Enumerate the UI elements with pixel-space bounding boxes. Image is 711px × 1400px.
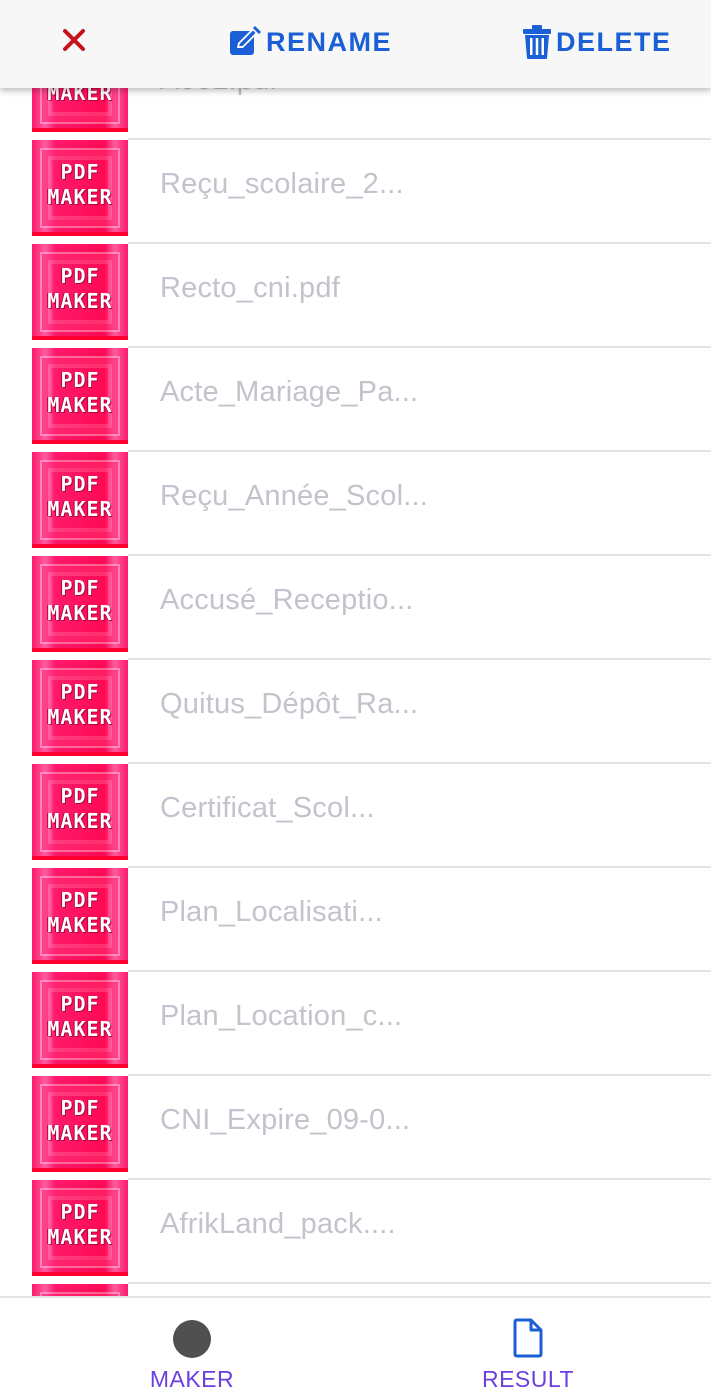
nav-result[interactable]: RESULT — [428, 1298, 628, 1400]
file-row[interactable]: PDF MAKER Plan_Location_c... — [0, 972, 711, 1076]
file-row[interactable]: PDF MAKER Acte_Mariage_Pa... — [0, 348, 711, 452]
document-icon — [513, 1318, 543, 1358]
nav-result-label: RESULT — [481, 1366, 575, 1392]
nav-maker-label: MAKER — [149, 1366, 235, 1392]
file-row[interactable]: PDF MAKER Certificat_Scol... — [0, 764, 711, 868]
pdf-thumbnail: PDFMAKER — [32, 140, 128, 236]
file-name: Quitus_Dépôt_Ra... — [160, 688, 419, 720]
pdf-maker-logo: PDFMAKER — [47, 368, 113, 417]
file-name: Plan_Location_c... — [160, 1000, 403, 1032]
pdf-thumbnail: PDFMAKER — [32, 556, 128, 652]
close-button[interactable] — [58, 24, 90, 56]
file-name: Reçu_scolaire_2... — [160, 168, 404, 200]
file-name: AfrikLand_pack.... — [160, 1208, 396, 1240]
file-name: CNI_Expire_09-0... — [160, 1104, 411, 1136]
file-row[interactable]: PDF MAKER Quitus_Dépôt_Ra... — [0, 660, 711, 764]
pdf-thumbnail: PDFMAKER — [32, 764, 128, 860]
pdf-thumbnail: PDFMAKER — [32, 1076, 128, 1172]
selection-toolbar: RENAME DELETE — [0, 0, 711, 88]
file-name: Accusé_Receptio... — [160, 584, 414, 616]
file-name: Recto_cni.pdf — [160, 272, 340, 304]
pdf-maker-logo: PDFMAKER — [47, 680, 113, 729]
pdf-maker-logo: PDFMAKER — [47, 264, 113, 313]
delete-label: DELETE — [556, 26, 672, 57]
pdf-thumbnail: PDFMAKER — [32, 244, 128, 340]
pdf-thumbnail: PDFMAKER — [32, 1180, 128, 1276]
rename-label: RENAME — [266, 26, 393, 57]
file-row[interactable]: PDF MAKER Accusé_Receptio... — [0, 556, 711, 660]
file-row[interactable]: PDF MAKER Reçu_scolaire_2... — [0, 140, 711, 244]
pdf-maker-logo: PDFMAKER — [47, 784, 113, 833]
delete-button[interactable]: DELETE — [522, 22, 672, 62]
pdf-thumbnail: PDFMAKER — [32, 660, 128, 756]
pdf-thumbnail: PDFMAKER — [32, 452, 128, 548]
pdf-maker-logo: PDFMAKER — [47, 160, 113, 209]
pdf-maker-logo: PDFMAKER — [47, 992, 113, 1041]
maker-dot-icon — [173, 1320, 211, 1358]
pdf-maker-logo: PDFMAKER — [47, 472, 113, 521]
pdf-thumbnail: PDFMAKER — [32, 348, 128, 444]
file-row[interactable]: PDF MAKER Recto_cni.pdf — [0, 244, 711, 348]
pdf-maker-logo: PDFMAKER — [47, 888, 113, 937]
rename-button[interactable]: RENAME — [228, 22, 392, 62]
nav-maker[interactable]: MAKER — [92, 1298, 292, 1400]
pdf-thumbnail: PDFMAKER — [32, 972, 128, 1068]
file-row[interactable]: PDF MAKER Reçu_Année_Scol... — [0, 452, 711, 556]
pdf-maker-logo: PDFMAKER — [47, 1200, 113, 1249]
close-icon — [63, 29, 85, 51]
file-row[interactable]: PDF MAKER Plan_Localisati... — [0, 868, 711, 972]
file-name: Certificat_Scol... — [160, 792, 375, 824]
pdf-maker-logo: PDFMAKER — [47, 1096, 113, 1145]
file-row[interactable]: PDF MAKER CNI_Expire_09-0... — [0, 1076, 711, 1180]
file-name: Acte_Mariage_Pa... — [160, 376, 419, 408]
edit-icon — [230, 25, 262, 55]
bottom-navigation: MAKER RESULT — [0, 1296, 711, 1400]
pdf-thumbnail: PDFMAKER — [32, 868, 128, 964]
pdf-maker-logo: PDFMAKER — [47, 576, 113, 625]
pdf-thumbnail: PDFMAKER — [32, 1284, 128, 1296]
file-row[interactable]: PDFMAKER — [0, 1284, 711, 1296]
trash-icon — [523, 25, 551, 59]
file-name: Plan_Localisati... — [160, 896, 383, 928]
file-list: PDFMAKERA001.pdfPDFMAKERReçu_scolaire_2.… — [0, 0, 711, 1296]
file-row[interactable]: PDF MAKER AfrikLand_pack.... — [0, 1180, 711, 1284]
file-name: Reçu_Année_Scol... — [160, 480, 428, 512]
